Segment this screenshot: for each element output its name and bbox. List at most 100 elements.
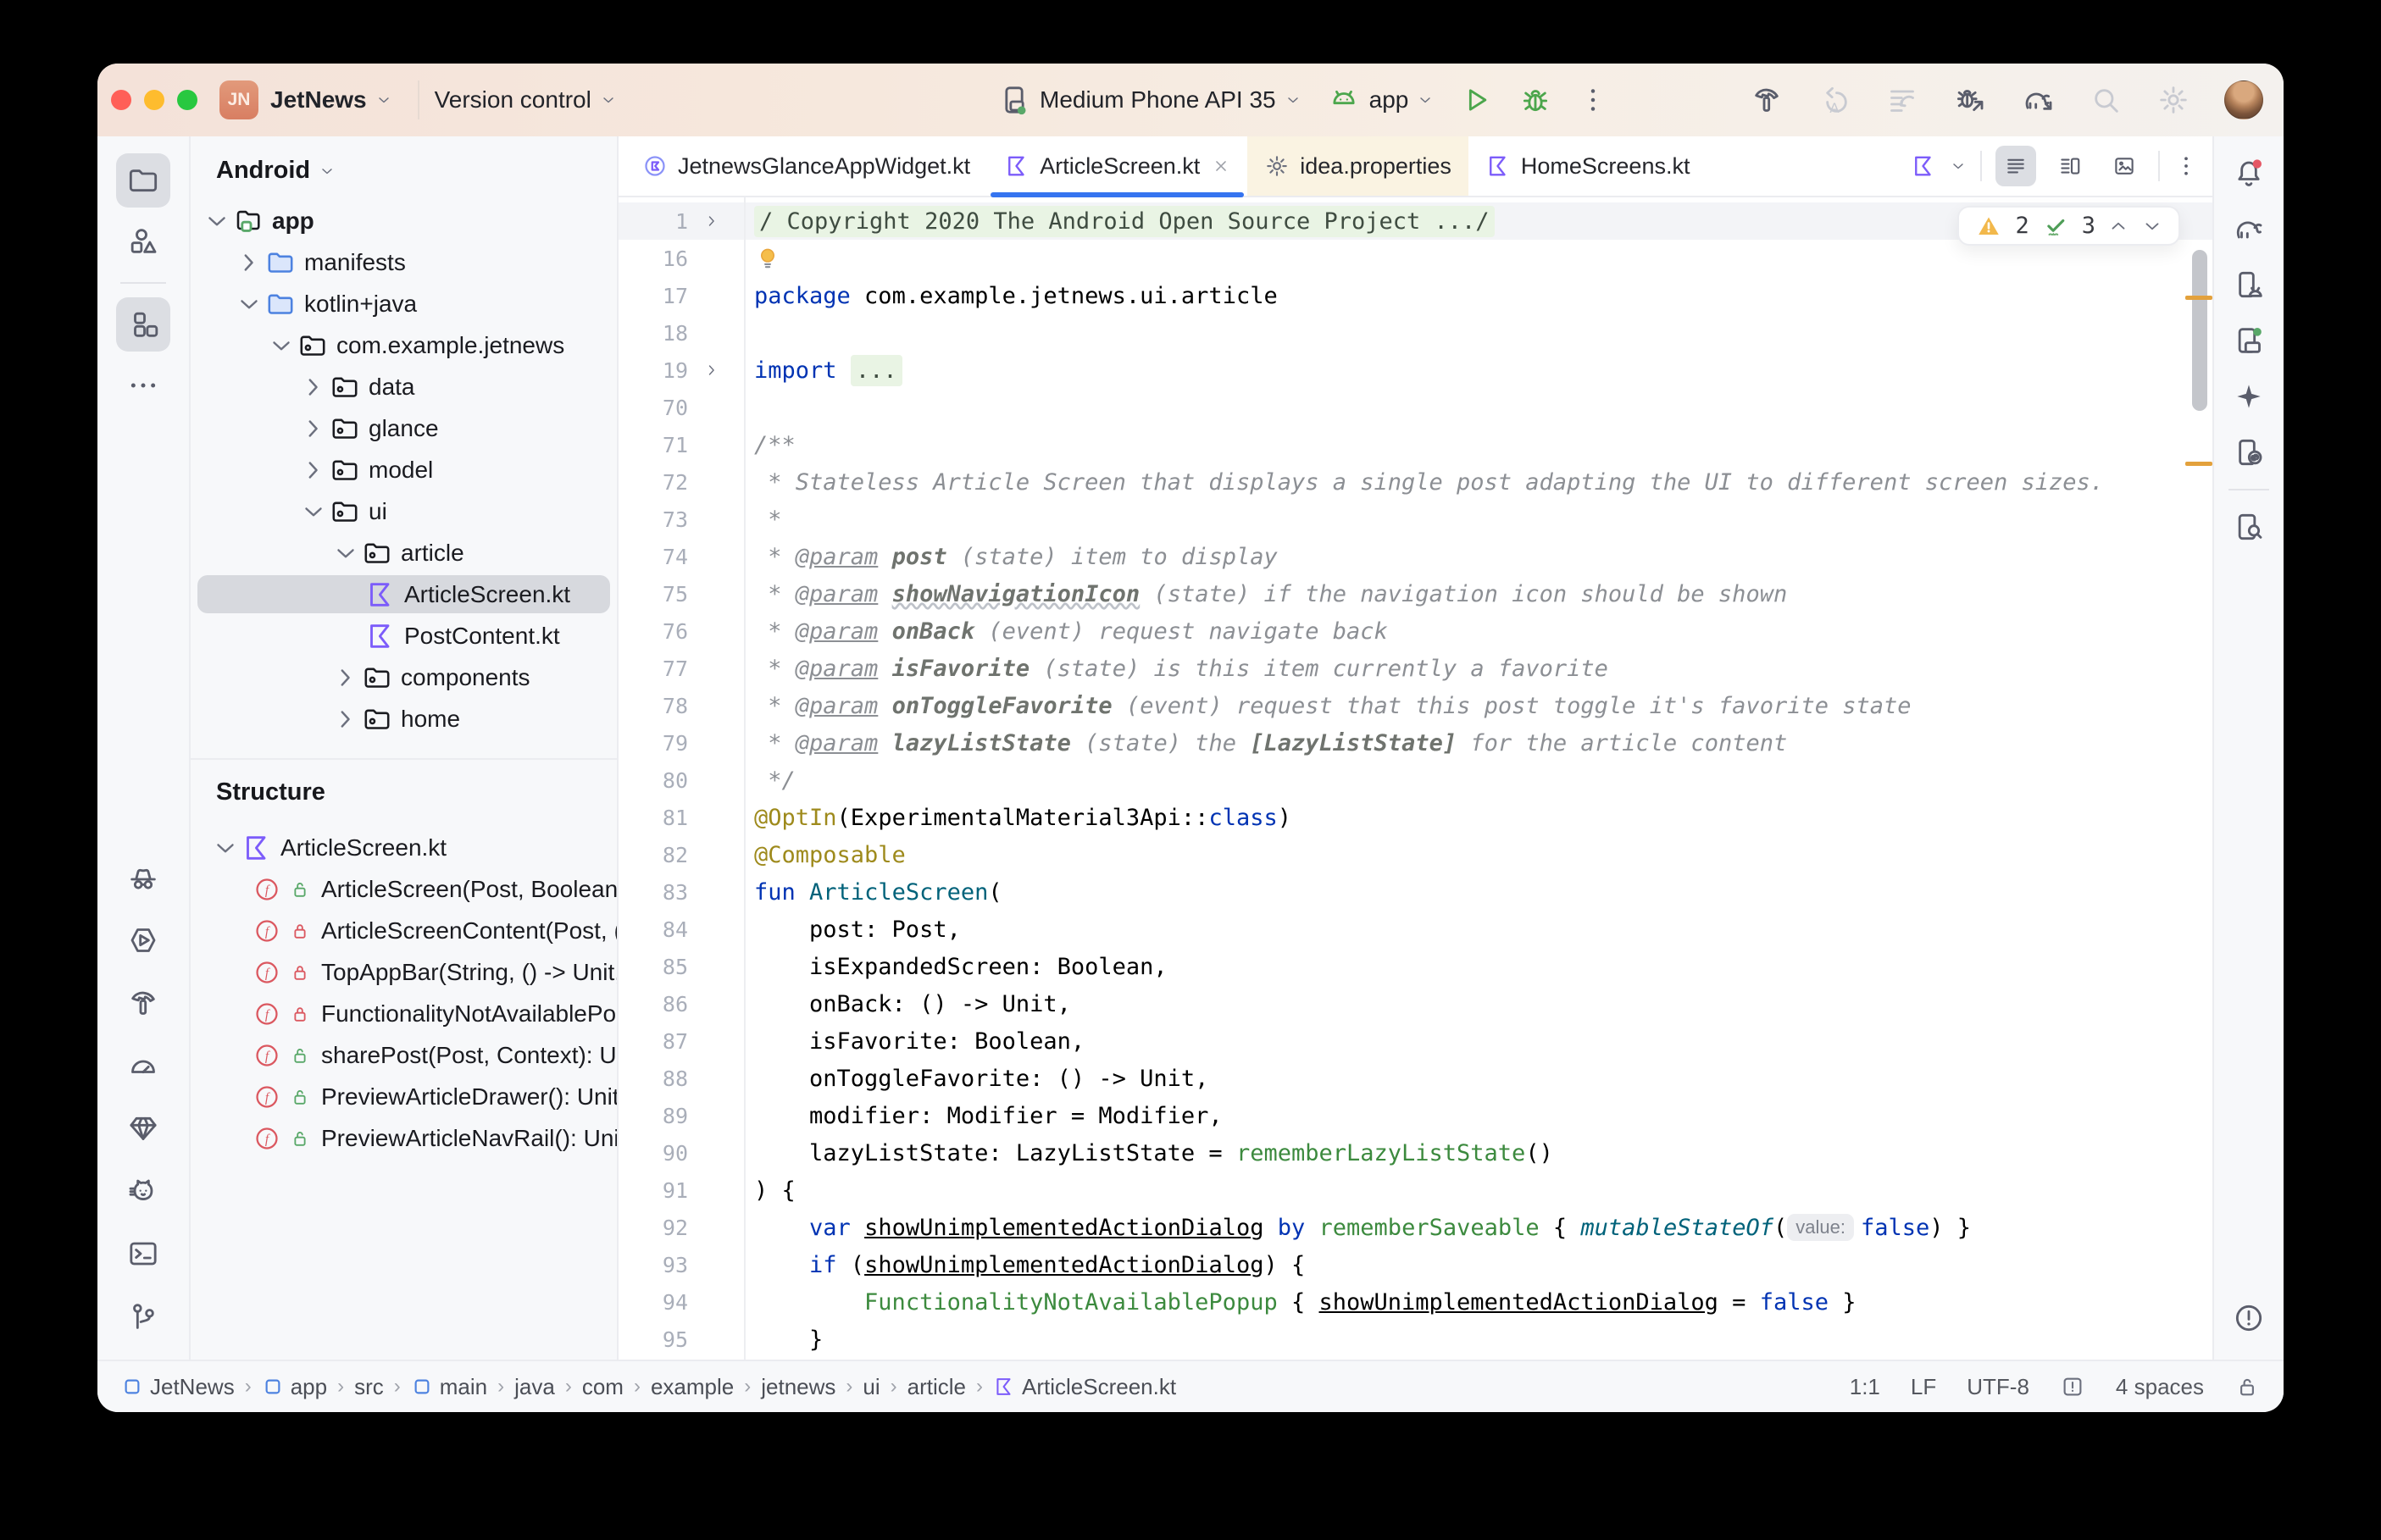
device-manager-button[interactable] (2223, 259, 2274, 310)
code-line-80[interactable]: 80 */ (619, 762, 2212, 799)
project-item-manifests[interactable]: manifests (191, 241, 617, 283)
code-line-17[interactable]: 17 package com.example.jetnews.ui.articl… (619, 277, 2212, 314)
version-control-menu[interactable]: Version control (435, 86, 617, 114)
code-line-79[interactable]: 79 * @param lazyListState (state) the [L… (619, 724, 2212, 762)
code-line-93[interactable]: 93 if (showUnimplementedActionDialog) { (619, 1246, 2212, 1283)
version-control-tool-button[interactable] (116, 1289, 170, 1343)
tree-collapse-icon[interactable] (299, 497, 328, 526)
breadcrumb-item-jetnews[interactable]: JetNews (121, 1374, 235, 1400)
tab-article-screen[interactable]: ArticleScreen.kt (987, 136, 1247, 196)
unlock-icon[interactable] (2234, 1374, 2260, 1399)
breadcrumb-item-main[interactable]: main (411, 1374, 487, 1400)
minimize-window-button[interactable] (144, 90, 164, 110)
tree-expand-icon[interactable] (299, 373, 328, 402)
code-line-72[interactable]: 72 * Stateless Article Screen that displ… (619, 463, 2212, 501)
device-mirroring-button[interactable] (2223, 427, 2274, 478)
code-line-94[interactable]: 94 FunctionalityNotAvailablePopup { show… (619, 1283, 2212, 1321)
code-line-92[interactable]: 92 var showUnimplementedActionDialog by … (619, 1209, 2212, 1246)
project-item-article[interactable]: article (191, 532, 617, 573)
terminal-tool-button[interactable] (116, 1227, 170, 1281)
resource-manager-button[interactable] (116, 214, 170, 269)
run-configuration-selector[interactable]: app (1327, 83, 1435, 117)
code-line-87[interactable]: 87 isFavorite: Boolean, (619, 1022, 2212, 1060)
breadcrumb-item-ui[interactable]: ui (863, 1374, 880, 1400)
editor-scrollbar[interactable] (2192, 250, 2207, 411)
project-tool-button[interactable] (116, 153, 170, 208)
breadcrumb-item-articlescreen-kt[interactable]: ArticleScreen.kt (993, 1374, 1176, 1400)
tree-collapse-icon[interactable] (211, 834, 240, 862)
code-line-90[interactable]: 90 lazyListState: LazyListState = rememb… (619, 1134, 2212, 1172)
code-line-74[interactable]: 74 * @param post (state) item to display (619, 538, 2212, 575)
code-line-86[interactable]: 86 onBack: () -> Unit, (619, 985, 2212, 1022)
code-line-75[interactable]: 75 * @param showNavigationIcon (state) i… (619, 575, 2212, 612)
split-view-button[interactable] (2050, 146, 2090, 186)
tree-expand-icon[interactable] (299, 414, 328, 443)
project-item-postcontent-kt[interactable]: PostContent.kt (191, 615, 617, 656)
run-with-coverage-button[interactable] (1885, 83, 1919, 117)
breadcrumb-item-java[interactable]: java (514, 1374, 555, 1400)
hidden-tabs-chevron-icon[interactable] (1950, 158, 1967, 174)
project-item-ui[interactable]: ui (191, 490, 617, 532)
line-separator[interactable]: LF (1911, 1374, 1936, 1400)
build-project-button[interactable] (1750, 83, 1784, 117)
breadcrumb-item-jetnews[interactable]: jetnews (761, 1374, 835, 1400)
running-devices-button[interactable] (2223, 315, 2274, 366)
breadcrumb-item-src[interactable]: src (354, 1374, 384, 1400)
tree-collapse-icon[interactable] (203, 207, 231, 235)
project-item-kotlin-java[interactable]: kotlin+java (191, 283, 617, 324)
gradle-sync-button[interactable] (2021, 83, 2055, 117)
more-tool-windows-button[interactable] (116, 358, 170, 413)
project-item-app[interactable]: app (191, 200, 617, 241)
app-quality-insights-button[interactable] (116, 850, 170, 905)
search-everywhere-button[interactable] (2089, 83, 2123, 117)
code-view-button[interactable] (1995, 146, 2036, 186)
design-view-button[interactable] (2104, 146, 2145, 186)
file-encoding[interactable]: UTF-8 (1967, 1374, 2029, 1400)
gradle-tool-button[interactable] (2223, 203, 2274, 254)
app-inspection-button[interactable] (116, 913, 170, 967)
project-item-glance[interactable]: glance (191, 407, 617, 449)
code-line-73[interactable]: 73 * (619, 501, 2212, 538)
code-line-83[interactable]: 83 fun ArticleScreen( (619, 873, 2212, 911)
structure-item-previewarticledrawer[interactable]: f PreviewArticleDrawer(): Unit (191, 1076, 617, 1117)
tree-expand-icon[interactable] (299, 456, 328, 485)
code-line-88[interactable]: 88 onToggleFavorite: () -> Unit, (619, 1060, 2212, 1097)
warning-stripe-mark[interactable] (2185, 462, 2212, 466)
structure-item-articlescreen[interactable]: f ArticleScreen(Post, Boolean, (191, 868, 617, 910)
project-item-articlescreen-kt[interactable]: ArticleScreen.kt (191, 573, 617, 615)
code-line-78[interactable]: 78 * @param onToggleFavorite (event) req… (619, 687, 2212, 724)
zoom-window-button[interactable] (177, 90, 197, 110)
notifications-button[interactable] (2223, 147, 2274, 198)
project-view-selector[interactable]: Android (191, 148, 617, 200)
structure-item-functionalitynotavailablepop[interactable]: f FunctionalityNotAvailablePop (191, 993, 617, 1034)
code-line-77[interactable]: 77 * @param isFavorite (state) is this i… (619, 650, 2212, 687)
attach-debugger-button[interactable] (1953, 83, 1987, 117)
code-line-71[interactable]: 71 /** (619, 426, 2212, 463)
problems-tool-button[interactable] (2223, 1293, 2274, 1343)
structure-item-topappbar[interactable]: f TopAppBar(String, () -> Unit, (191, 951, 617, 993)
code-editor[interactable]: 1 / Copyright 2020 The Android Open Sour… (619, 197, 2212, 1360)
more-actions-button[interactable] (1578, 85, 1608, 115)
project-item-model[interactable]: model (191, 449, 617, 490)
code-line-81[interactable]: 81 @OptIn(ExperimentalMaterial3Api::clas… (619, 799, 2212, 836)
tab-idea-properties[interactable]: idea.properties (1247, 136, 1468, 196)
fold-arrow-icon[interactable] (688, 362, 735, 379)
code-line-91[interactable]: 91 ) { (619, 1172, 2212, 1209)
prev-problem-button[interactable] (2107, 215, 2129, 237)
code-line-82[interactable]: 82 @Composable (619, 836, 2212, 873)
build-tool-button[interactable] (116, 976, 170, 1030)
code-line-70[interactable]: 70 (619, 389, 2212, 426)
tree-collapse-icon[interactable] (235, 290, 264, 319)
code-line-18[interactable]: 18 (619, 314, 2212, 352)
debug-button[interactable] (1518, 83, 1552, 117)
close-window-button[interactable] (111, 90, 131, 110)
inspections-tip-icon[interactable] (2060, 1374, 2085, 1399)
project-item-home[interactable]: home (191, 698, 617, 740)
tab-jetnews-glance-app-widget[interactable]: JetnewsGlanceAppWidget.kt (625, 136, 987, 196)
tree-collapse-icon[interactable] (331, 539, 360, 568)
tree-expand-icon[interactable] (235, 248, 264, 277)
tree-expand-icon[interactable] (331, 705, 360, 734)
tree-expand-icon[interactable] (331, 663, 360, 692)
structure-item-sharepost[interactable]: f sharePost(Post, Context): Un (191, 1034, 617, 1076)
project-item-data[interactable]: data (191, 366, 617, 407)
